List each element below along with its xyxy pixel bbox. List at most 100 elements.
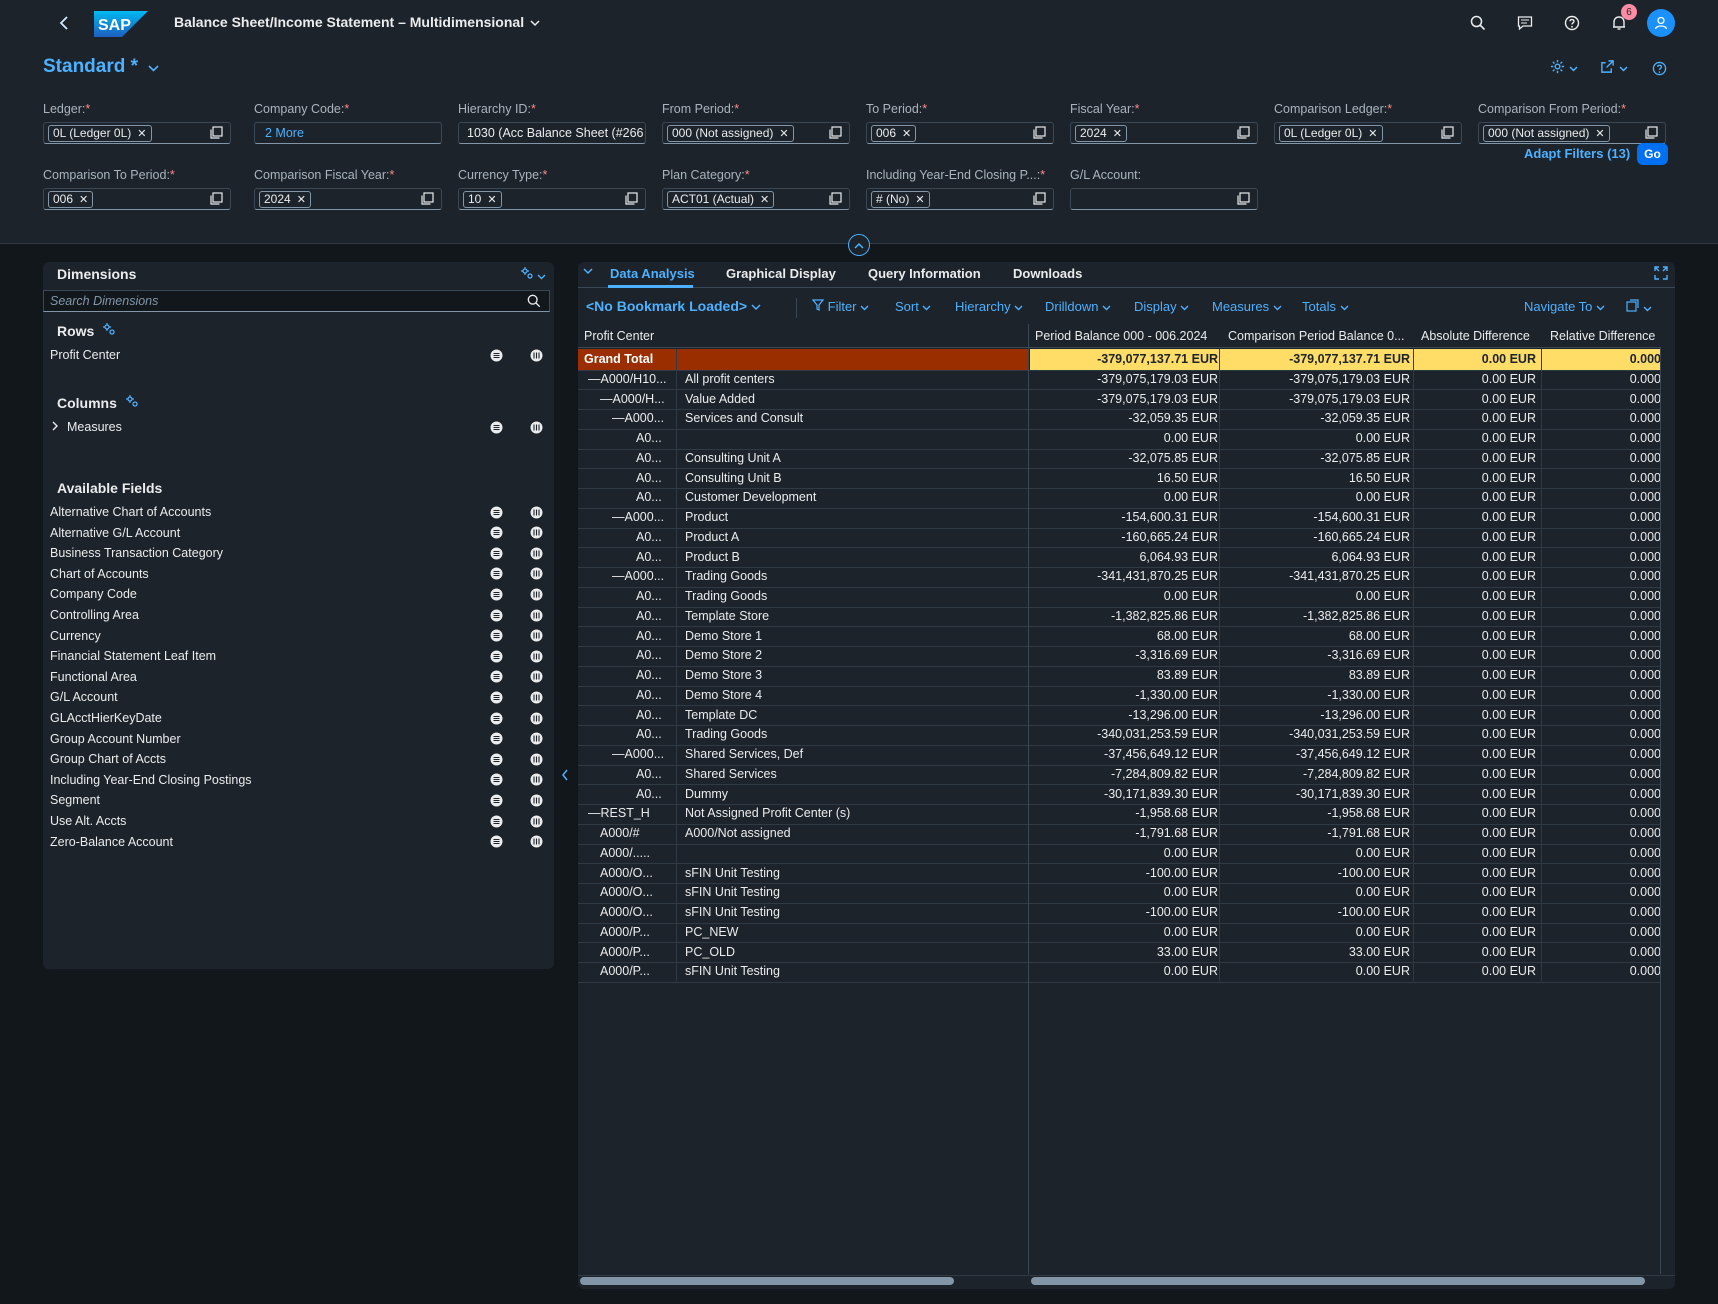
profit-center-key-cell[interactable]: —A000...: [584, 408, 676, 429]
measures-menu-button[interactable]: Measures: [1212, 299, 1282, 314]
remove-token-icon[interactable]: ✕: [79, 193, 88, 206]
search-dimensions-input[interactable]: Search Dimensions: [43, 290, 550, 312]
profit-center-key-cell[interactable]: A000/O...: [584, 902, 676, 923]
profit-center-key-cell[interactable]: A000/#: [584, 823, 676, 844]
drilldown-menu-button[interactable]: Drilldown: [1045, 299, 1111, 314]
value-help-icon[interactable]: [421, 192, 435, 206]
attributes-icon[interactable]: [530, 773, 543, 786]
filter-list-icon[interactable]: [490, 588, 503, 601]
filter-list-icon[interactable]: [490, 421, 503, 434]
remove-token-icon[interactable]: ✕: [902, 127, 911, 140]
available-field-item[interactable]: G/L Account: [50, 687, 550, 707]
totals-menu-button[interactable]: Totals: [1302, 299, 1349, 314]
filter-token[interactable]: 000 (Not assigned) ✕: [667, 124, 794, 142]
attributes-icon[interactable]: [530, 349, 543, 362]
profit-center-key-cell[interactable]: —A000...: [584, 744, 676, 765]
to-period-input[interactable]: 006 ✕: [866, 122, 1054, 144]
row-dimension-profit-center[interactable]: Profit Center: [50, 345, 550, 365]
table-row[interactable]: A0... Demo Store 3 83.89 EUR 83.89 EUR 0.00 …: [578, 665, 1661, 687]
value-help-icon[interactable]: [210, 192, 224, 206]
hierarchy-id-input[interactable]: 1030 (Acc Balance Sheet (#266: [458, 122, 646, 144]
attributes-icon[interactable]: [530, 526, 543, 539]
value-help-icon[interactable]: [829, 192, 843, 206]
tab-data-analysis[interactable]: Data Analysis: [610, 266, 695, 281]
sort-menu-button[interactable]: Sort: [895, 299, 931, 314]
remove-token-icon[interactable]: ✕: [915, 193, 924, 206]
filter-token[interactable]: 0L (Ledger 0L) ✕: [48, 124, 152, 142]
currency-type-input[interactable]: 10 ✕: [458, 188, 646, 210]
table-row[interactable]: A0... Trading Goods -340,031,253.59 EUR -34…: [578, 724, 1661, 746]
available-field-item[interactable]: Zero-Balance Account: [50, 832, 550, 852]
remove-token-icon[interactable]: ✕: [487, 193, 496, 206]
help-icon[interactable]: [1561, 12, 1583, 34]
profit-center-key-cell[interactable]: Grand Total: [584, 349, 676, 370]
dimension-settings-button[interactable]: [520, 266, 546, 283]
column-header-relative-difference[interactable]: Relative Difference: [1550, 329, 1661, 343]
attributes-icon[interactable]: [530, 691, 543, 704]
attributes-icon[interactable]: [530, 588, 543, 601]
profit-center-key-cell[interactable]: A0...: [584, 705, 676, 726]
filter-list-icon[interactable]: [490, 547, 503, 560]
fiscal-year-input[interactable]: 2024 ✕: [1070, 122, 1258, 144]
attributes-icon[interactable]: [530, 670, 543, 683]
profit-center-key-cell[interactable]: A0...: [584, 448, 676, 469]
filter-token[interactable]: 006 ✕: [871, 124, 917, 142]
attributes-icon[interactable]: [530, 421, 543, 434]
left-horizontal-scrollbar[interactable]: [580, 1277, 954, 1285]
remove-token-icon[interactable]: ✕: [1595, 127, 1604, 140]
column-header-comparison-balance[interactable]: Comparison Period Balance 0...: [1228, 329, 1411, 343]
value-help-icon[interactable]: [1441, 126, 1455, 140]
filter-list-icon[interactable]: [490, 815, 503, 828]
available-field-item[interactable]: Group Chart of Accts: [50, 749, 550, 769]
filter-token[interactable]: 2024 ✕: [1075, 124, 1127, 142]
attributes-icon[interactable]: [530, 567, 543, 580]
filter-list-icon[interactable]: [490, 670, 503, 683]
plan-category-input[interactable]: ACT01 (Actual) ✕: [662, 188, 850, 210]
attributes-icon[interactable]: [530, 753, 543, 766]
table-row[interactable]: A0... Template DC -13,296.00 EUR -13,296.00…: [578, 705, 1661, 727]
settings-menu-button[interactable]: [1550, 58, 1578, 78]
profit-center-key-cell[interactable]: A000/O...: [584, 863, 676, 884]
profit-center-key-cell[interactable]: A0...: [584, 764, 676, 785]
profit-center-key-cell[interactable]: A0...: [584, 685, 676, 706]
chevron-right-icon[interactable]: [52, 420, 59, 434]
attributes-icon[interactable]: [530, 506, 543, 519]
table-row[interactable]: A0... Demo Store 2 -3,316.69 EUR -3,316.69 …: [578, 645, 1661, 667]
from-period-input[interactable]: 000 (Not assigned) ✕: [662, 122, 850, 144]
table-row[interactable]: —A000... Shared Services, Def -37,456,649.…: [578, 744, 1661, 766]
display-menu-button[interactable]: Display: [1134, 299, 1189, 314]
comparison-from-period-input[interactable]: 000 (Not assigned) ✕: [1478, 122, 1666, 144]
table-row[interactable]: A000/P... PC_OLD 33.00 EUR 33.00 EUR 0.00 EU…: [578, 942, 1661, 964]
attributes-icon[interactable]: [530, 794, 543, 807]
table-row[interactable]: —A000/H... Value Added -379,075,179.03 EUR…: [578, 389, 1661, 411]
search-icon[interactable]: [527, 294, 541, 308]
profit-center-key-cell[interactable]: A0...: [584, 724, 676, 745]
column-dimension-measures[interactable]: Measures: [50, 417, 550, 437]
value-help-icon[interactable]: [210, 126, 224, 140]
value-help-icon[interactable]: [1237, 126, 1251, 140]
available-field-item[interactable]: Functional Area: [50, 667, 550, 687]
profit-center-key-cell[interactable]: A0...: [584, 428, 676, 449]
attributes-icon[interactable]: [530, 609, 543, 622]
ledger-input[interactable]: 0L (Ledger 0L) ✕: [43, 122, 231, 144]
sap-logo[interactable]: SAP: [94, 11, 148, 37]
profit-center-key-cell[interactable]: A0...: [584, 468, 676, 489]
tab-downloads[interactable]: Downloads: [1013, 266, 1082, 281]
table-row[interactable]: A000/..... 0.00 EUR 0.00 EUR 0.00 EUR 0.000: [578, 843, 1661, 865]
value-help-icon[interactable]: [1645, 126, 1659, 140]
filter-token[interactable]: 2024 ✕: [259, 190, 311, 208]
attributes-icon[interactable]: [530, 547, 543, 560]
table-row[interactable]: —A000... Services and Consult -32,059.35 E…: [578, 408, 1661, 430]
filter-list-icon[interactable]: [490, 753, 503, 766]
column-header-profit-center[interactable]: Profit Center: [584, 329, 654, 343]
profit-center-key-cell[interactable]: A000/P...: [584, 942, 676, 963]
more-tokens-link[interactable]: 2 More: [259, 126, 304, 140]
hierarchy-menu-button[interactable]: Hierarchy: [955, 299, 1023, 314]
value-help-icon[interactable]: [1033, 126, 1047, 140]
filter-list-icon[interactable]: [490, 629, 503, 642]
table-row[interactable]: —A000/H10... All profit centers -379,075,1…: [578, 369, 1661, 391]
company-code-input[interactable]: 2 More: [254, 122, 442, 144]
profit-center-key-cell[interactable]: A0...: [584, 527, 676, 548]
attributes-icon[interactable]: [530, 815, 543, 828]
filter-list-icon[interactable]: [490, 794, 503, 807]
